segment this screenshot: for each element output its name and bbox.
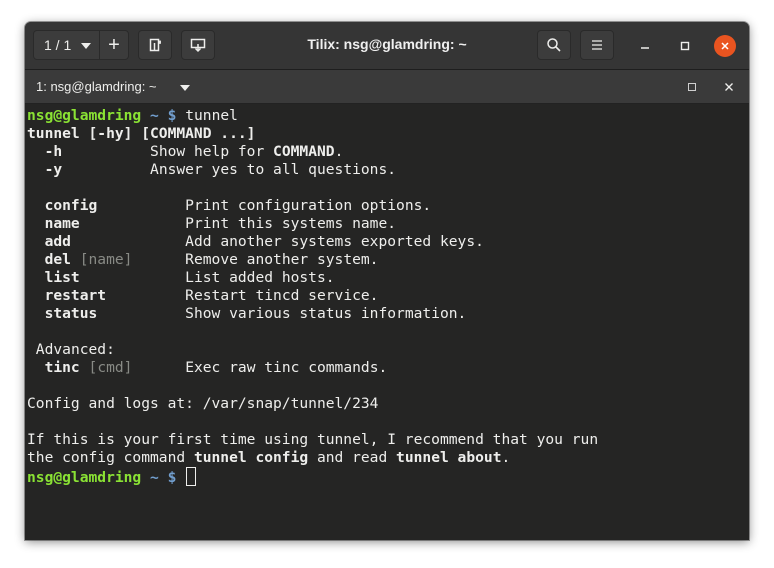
- first-time-text: .: [501, 449, 511, 466]
- command-desc: Print this systems name.: [185, 215, 397, 232]
- command-desc: Show various status information.: [185, 305, 467, 322]
- command-desc: Print configuration options.: [185, 197, 432, 214]
- advanced-heading: Advanced:: [27, 341, 749, 359]
- header-bar: 1 / 1 + Tilix: nsg@glamdring: ~: [25, 22, 749, 70]
- option-desc-end: .: [334, 143, 344, 160]
- option-line: -h Show help for COMMAND.: [27, 143, 749, 161]
- command-desc: Remove another system.: [185, 251, 379, 268]
- maximize-button[interactable]: [674, 35, 696, 57]
- first-time-line: If this is your first time using tunnel,…: [27, 431, 599, 448]
- option-desc-bold: COMMAND: [273, 143, 335, 160]
- close-terminal-button[interactable]: [722, 80, 736, 94]
- chevron-down-icon: [81, 43, 91, 49]
- prompt-line: nsg@glamdring ~ $: [27, 467, 749, 486]
- command-line: tinc [cmd] Exec raw tinc commands.: [27, 359, 749, 377]
- prompt-user: nsg@glamdring: [27, 469, 142, 486]
- command-name: list: [44, 269, 80, 286]
- command-desc: Exec raw tinc commands.: [185, 359, 388, 376]
- command-arg: [name]: [79, 251, 133, 268]
- first-time-command: tunnel config: [193, 449, 309, 466]
- prompt-line: nsg@glamdring ~ $ tunnel: [27, 107, 749, 125]
- prompt-path: ~: [150, 107, 159, 124]
- command-desc: Restart tincd service.: [185, 287, 379, 304]
- terminal-tab-bar: 1: nsg@glamdring: ~: [25, 70, 749, 104]
- first-time-command: tunnel about: [396, 449, 502, 466]
- session-label: 1 / 1: [44, 37, 72, 53]
- first-time-line: the config command tunnel config and rea…: [27, 449, 749, 467]
- config-logs-line: Config and logs at: /var/snap/tunnel/234: [27, 395, 379, 412]
- advanced-label: Advanced:: [35, 341, 115, 358]
- command-line: config Print configuration options.: [27, 197, 749, 215]
- maximize-icon: [688, 83, 696, 91]
- terminal-window: 1 / 1 + Tilix: nsg@glamdring: ~ 1: nsg@g…: [25, 22, 749, 540]
- session-switcher-button[interactable]: 1 / 1: [33, 30, 100, 60]
- close-icon: [725, 83, 733, 91]
- split-terminal-button[interactable]: [138, 30, 172, 60]
- prompt-symbol: $: [167, 469, 177, 486]
- split-icon: [149, 38, 161, 52]
- maximize-terminal-button[interactable]: [685, 80, 699, 94]
- command-line: del [name] Remove another system.: [27, 251, 749, 269]
- minimize-button[interactable]: [634, 35, 656, 57]
- hamburger-menu-icon: [592, 40, 602, 50]
- text-cursor: [186, 467, 197, 486]
- entered-command: tunnel: [185, 107, 238, 124]
- command-name: status: [44, 305, 98, 322]
- minimize-icon: [641, 47, 649, 49]
- command-line: list List added hosts.: [27, 269, 749, 287]
- search-icon: [547, 38, 561, 52]
- tab-menu-chevron-icon[interactable]: [180, 85, 190, 91]
- command-line: restart Restart tincd service.: [27, 287, 749, 305]
- maximize-icon: [680, 41, 690, 51]
- command-name: restart: [44, 287, 107, 304]
- option-flag: -h: [44, 143, 63, 160]
- terminal-output[interactable]: nsg@glamdring ~ $ tunnel tunnel [-hy] [C…: [25, 104, 749, 540]
- window-title: Tilix: nsg@glamdring: ~: [307, 36, 467, 52]
- command-name: tinc: [44, 359, 80, 376]
- command-arg: [cmd]: [88, 359, 133, 376]
- sync-input-button[interactable]: [181, 30, 215, 60]
- menu-button[interactable]: [580, 30, 614, 60]
- option-flag: -y: [44, 161, 63, 178]
- first-time-text: the config command: [27, 449, 194, 466]
- command-name: add: [44, 233, 71, 250]
- command-desc: Add another systems exported keys.: [185, 233, 484, 250]
- command-line: status Show various status information.: [27, 305, 749, 323]
- command-line: name Print this systems name.: [27, 215, 749, 233]
- command-name: del: [44, 251, 71, 268]
- terminal-tab-title[interactable]: 1: nsg@glamdring: ~: [36, 79, 157, 94]
- plus-icon: +: [108, 33, 120, 56]
- search-button[interactable]: [537, 30, 571, 60]
- usage-line: tunnel [-hy] [COMMAND ...]: [27, 125, 256, 142]
- option-desc: Show help for: [150, 143, 274, 160]
- add-session-button[interactable]: +: [99, 30, 129, 60]
- option-desc: Answer yes to all questions.: [150, 161, 397, 178]
- command-desc: List added hosts.: [185, 269, 335, 286]
- command-name: config: [44, 197, 98, 214]
- terminal-sync-icon: [190, 38, 206, 53]
- first-time-text: and read: [308, 449, 397, 466]
- command-name: name: [44, 215, 80, 232]
- close-window-button[interactable]: [714, 35, 736, 57]
- prompt-symbol: $: [167, 107, 177, 124]
- option-line: -y Answer yes to all questions.: [27, 161, 749, 179]
- close-icon: [721, 42, 729, 50]
- prompt-user: nsg@glamdring: [27, 107, 142, 124]
- prompt-path: ~: [150, 469, 159, 486]
- command-line: add Add another systems exported keys.: [27, 233, 749, 251]
